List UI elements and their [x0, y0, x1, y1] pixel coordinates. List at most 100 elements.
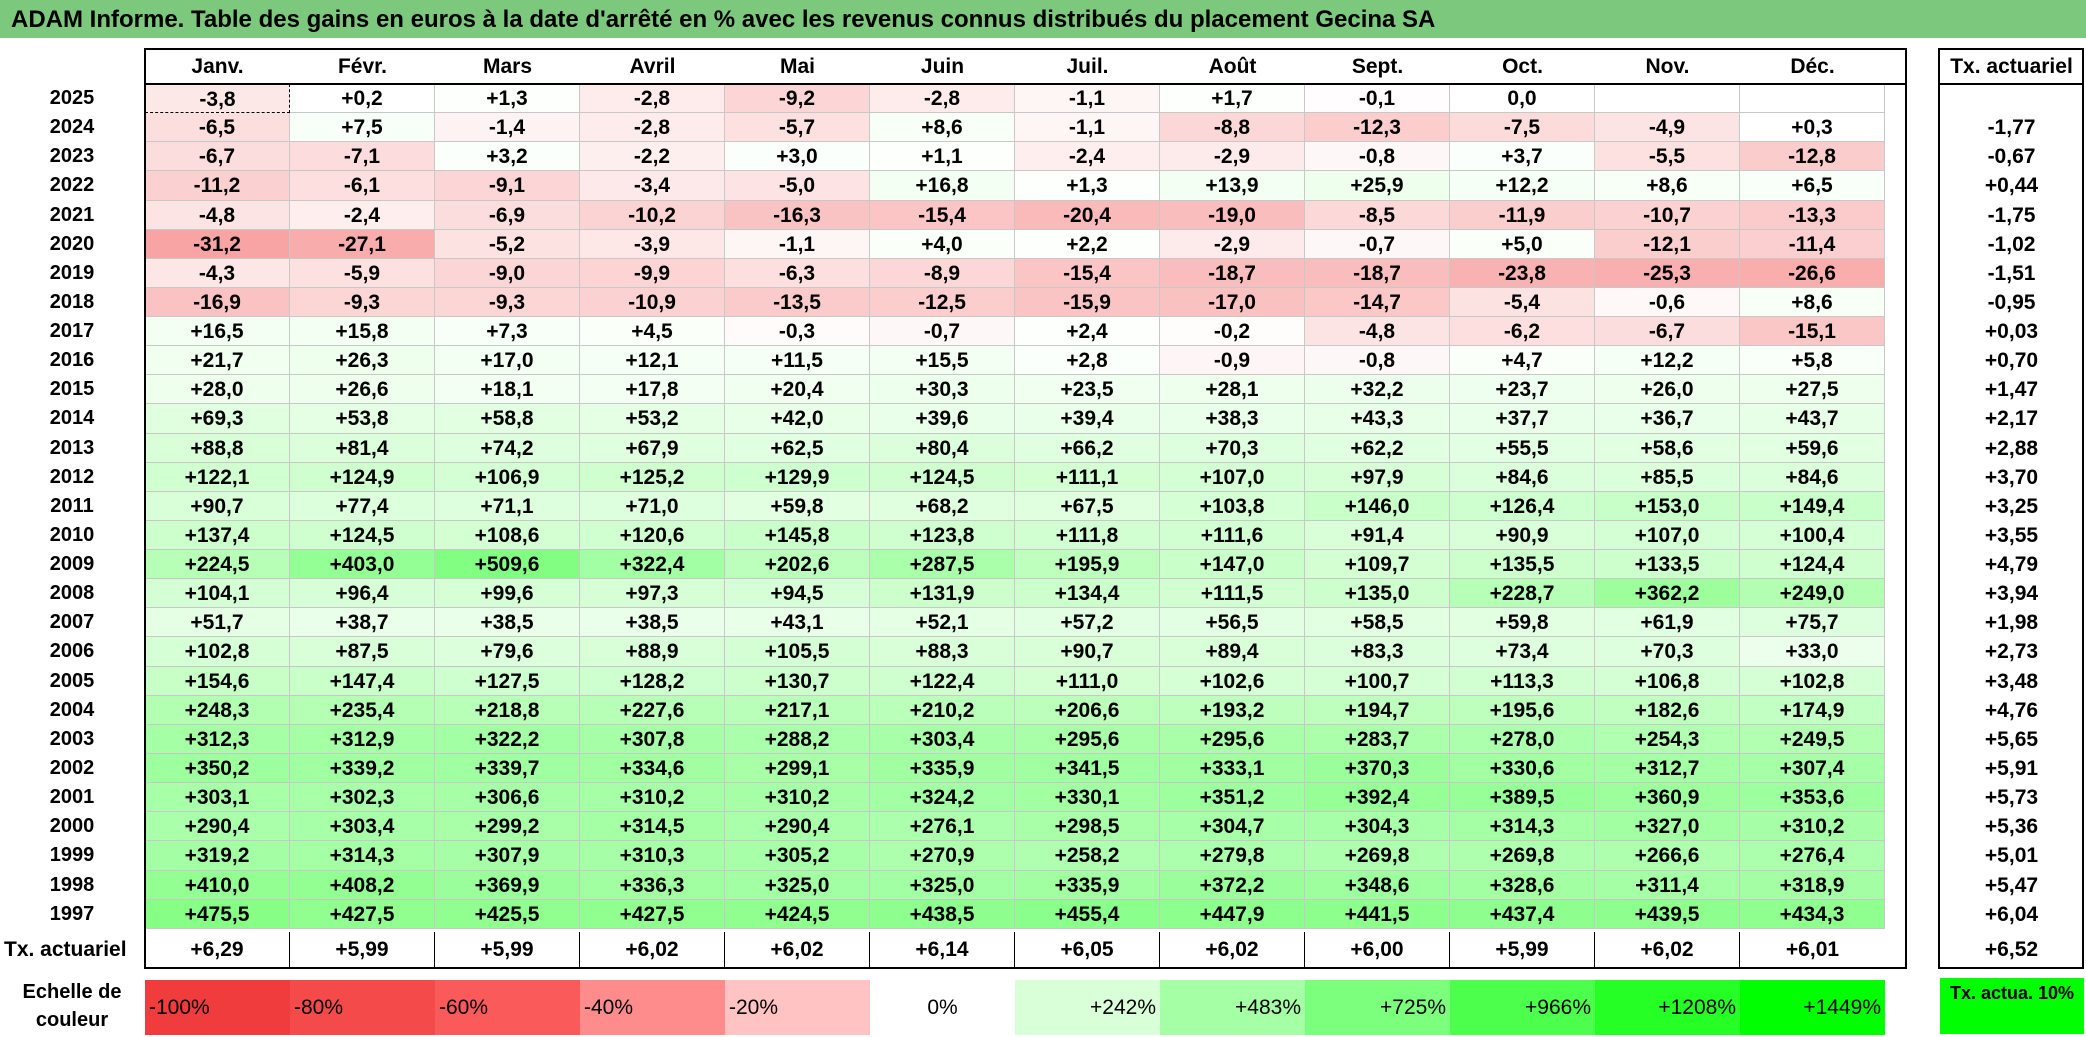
gain-cell: +206,6	[1015, 695, 1160, 725]
gain-cell: +1,3	[1015, 171, 1160, 201]
gain-cell: +126,4	[1450, 491, 1595, 521]
gain-cell: +102,6	[1160, 666, 1305, 696]
gain-cell: +310,3	[580, 841, 725, 871]
gain-cell: +4,7	[1450, 346, 1595, 376]
gain-cell: +235,4	[290, 695, 435, 725]
annual-rate-cell: -1,77	[1987, 116, 2036, 140]
annual-rate-cell: +5,65	[1984, 727, 2039, 751]
gain-cell: +131,9	[870, 579, 1015, 609]
gain-cell: +89,4	[1160, 637, 1305, 667]
gain-cell: +360,9	[1595, 783, 1740, 813]
gain-cell: +68,2	[870, 491, 1015, 521]
year-label: 2013	[49, 436, 95, 459]
gain-cell: +102,8	[1740, 666, 1885, 696]
gain-cell: +39,4	[1015, 404, 1160, 434]
gain-cell: +410,0	[145, 870, 290, 900]
gain-cell: +90,9	[1450, 520, 1595, 551]
gain-cell: +100,7	[1305, 666, 1450, 696]
gain-cell: +324,2	[870, 783, 1015, 813]
gain-cell: +84,6	[1450, 462, 1595, 492]
gain-cell: +227,6	[580, 695, 725, 725]
gain-cell: -8,9	[870, 258, 1015, 288]
annual-rate-cell: +2,17	[1984, 407, 2039, 431]
year-label: 1998	[49, 873, 95, 896]
annual-rate-cell: +1,98	[1984, 611, 2039, 635]
gain-cell: +202,6	[725, 550, 870, 580]
gain-cell: +58,5	[1305, 608, 1450, 638]
year-label: 2001	[49, 786, 95, 809]
gain-cell: -27,1	[290, 229, 435, 259]
gain-cell: +318,9	[1740, 870, 1885, 900]
annual-rate-cell: -1,75	[1987, 203, 2036, 227]
gain-cell: +30,3	[870, 375, 1015, 405]
year-label: 2003	[49, 727, 95, 750]
gain-cell: -1,4	[435, 113, 580, 143]
gain-cell: +287,5	[870, 550, 1015, 580]
color-scale-swatch: +725%	[1305, 980, 1450, 1035]
gain-cell: -9,9	[580, 258, 725, 288]
gain-cell: -4,3	[145, 258, 290, 288]
gain-cell: -4,8	[145, 200, 290, 230]
annual-rate-legend: Tx. actua. 10%	[1940, 978, 2084, 1034]
gain-cell: +153,0	[1595, 491, 1740, 521]
gain-cell: +99,6	[435, 579, 580, 609]
gain-cell: +228,7	[1450, 579, 1595, 609]
total-rate-cell: +6,00	[1305, 932, 1450, 967]
gain-cell: +427,5	[290, 899, 435, 929]
year-label: 2021	[49, 203, 95, 226]
gain-cell: -5,2	[435, 229, 580, 259]
gain-cell: -11,4	[1740, 229, 1885, 259]
gain-cell: -15,9	[1015, 287, 1160, 318]
gain-cell: +312,9	[290, 724, 435, 754]
gain-cell: -2,8	[580, 84, 725, 114]
gain-cell: +2,8	[1015, 346, 1160, 376]
gain-cell: +26,3	[290, 346, 435, 376]
gain-cell: +56,5	[1160, 608, 1305, 638]
gain-cell: +266,6	[1595, 841, 1740, 871]
gain-cell: +276,4	[1740, 841, 1885, 871]
gain-cell: -15,4	[870, 200, 1015, 230]
color-scale-swatch: +242%	[1015, 980, 1160, 1035]
gain-cell: +328,6	[1450, 870, 1595, 900]
gain-cell: -10,9	[580, 287, 725, 318]
gain-cell: +224,5	[145, 550, 290, 580]
gain-cell: +447,9	[1160, 899, 1305, 929]
gain-cell: +392,4	[1305, 783, 1450, 813]
gain-cell: +21,7	[145, 346, 290, 376]
gain-cell: +71,1	[435, 491, 580, 521]
gain-cell: +254,3	[1595, 724, 1740, 754]
gain-cell: +106,9	[435, 462, 580, 492]
gain-cell: -23,8	[1450, 258, 1595, 288]
gain-cell: +16,5	[145, 317, 290, 347]
gain-cell: +314,3	[290, 841, 435, 871]
color-scale-swatch: -60%	[435, 980, 580, 1035]
gain-cell: +81,4	[290, 433, 435, 463]
year-label: 2024	[49, 116, 95, 139]
gain-cell: -1,1	[725, 229, 870, 259]
gain-cell: +77,4	[290, 491, 435, 521]
gain-cell: +13,9	[1160, 171, 1305, 201]
gain-cell: +122,4	[870, 666, 1015, 696]
gain-cell: -11,2	[145, 171, 290, 201]
gain-cell: +279,8	[1160, 841, 1305, 871]
year-label: 2025	[49, 87, 95, 109]
gain-cell: +339,7	[435, 753, 580, 784]
year-label: 2020	[49, 232, 95, 255]
gain-cell: +217,1	[725, 695, 870, 725]
gain-cell: +425,5	[435, 899, 580, 929]
gain-cell: +249,5	[1740, 724, 1885, 754]
gain-cell: +1,7	[1160, 84, 1305, 114]
gain-cell: +249,0	[1740, 579, 1885, 609]
gain-cell: +109,7	[1305, 550, 1450, 580]
gain-cell: +134,4	[1015, 579, 1160, 609]
gain-cell: +149,4	[1740, 491, 1885, 521]
annual-rate-cell: -0,67	[1987, 145, 2036, 169]
month-header: Nov.	[1645, 55, 1690, 78]
gain-cell: +124,4	[1740, 550, 1885, 580]
gain-cell: +145,8	[725, 520, 870, 551]
annual-rate-cell: +0,70	[1984, 349, 2039, 373]
annual-rate-cell: +2,73	[1984, 640, 2039, 664]
gain-cell: +278,0	[1450, 724, 1595, 754]
gain-cell: +336,3	[580, 870, 725, 900]
gain-cell: -5,5	[1595, 142, 1740, 172]
